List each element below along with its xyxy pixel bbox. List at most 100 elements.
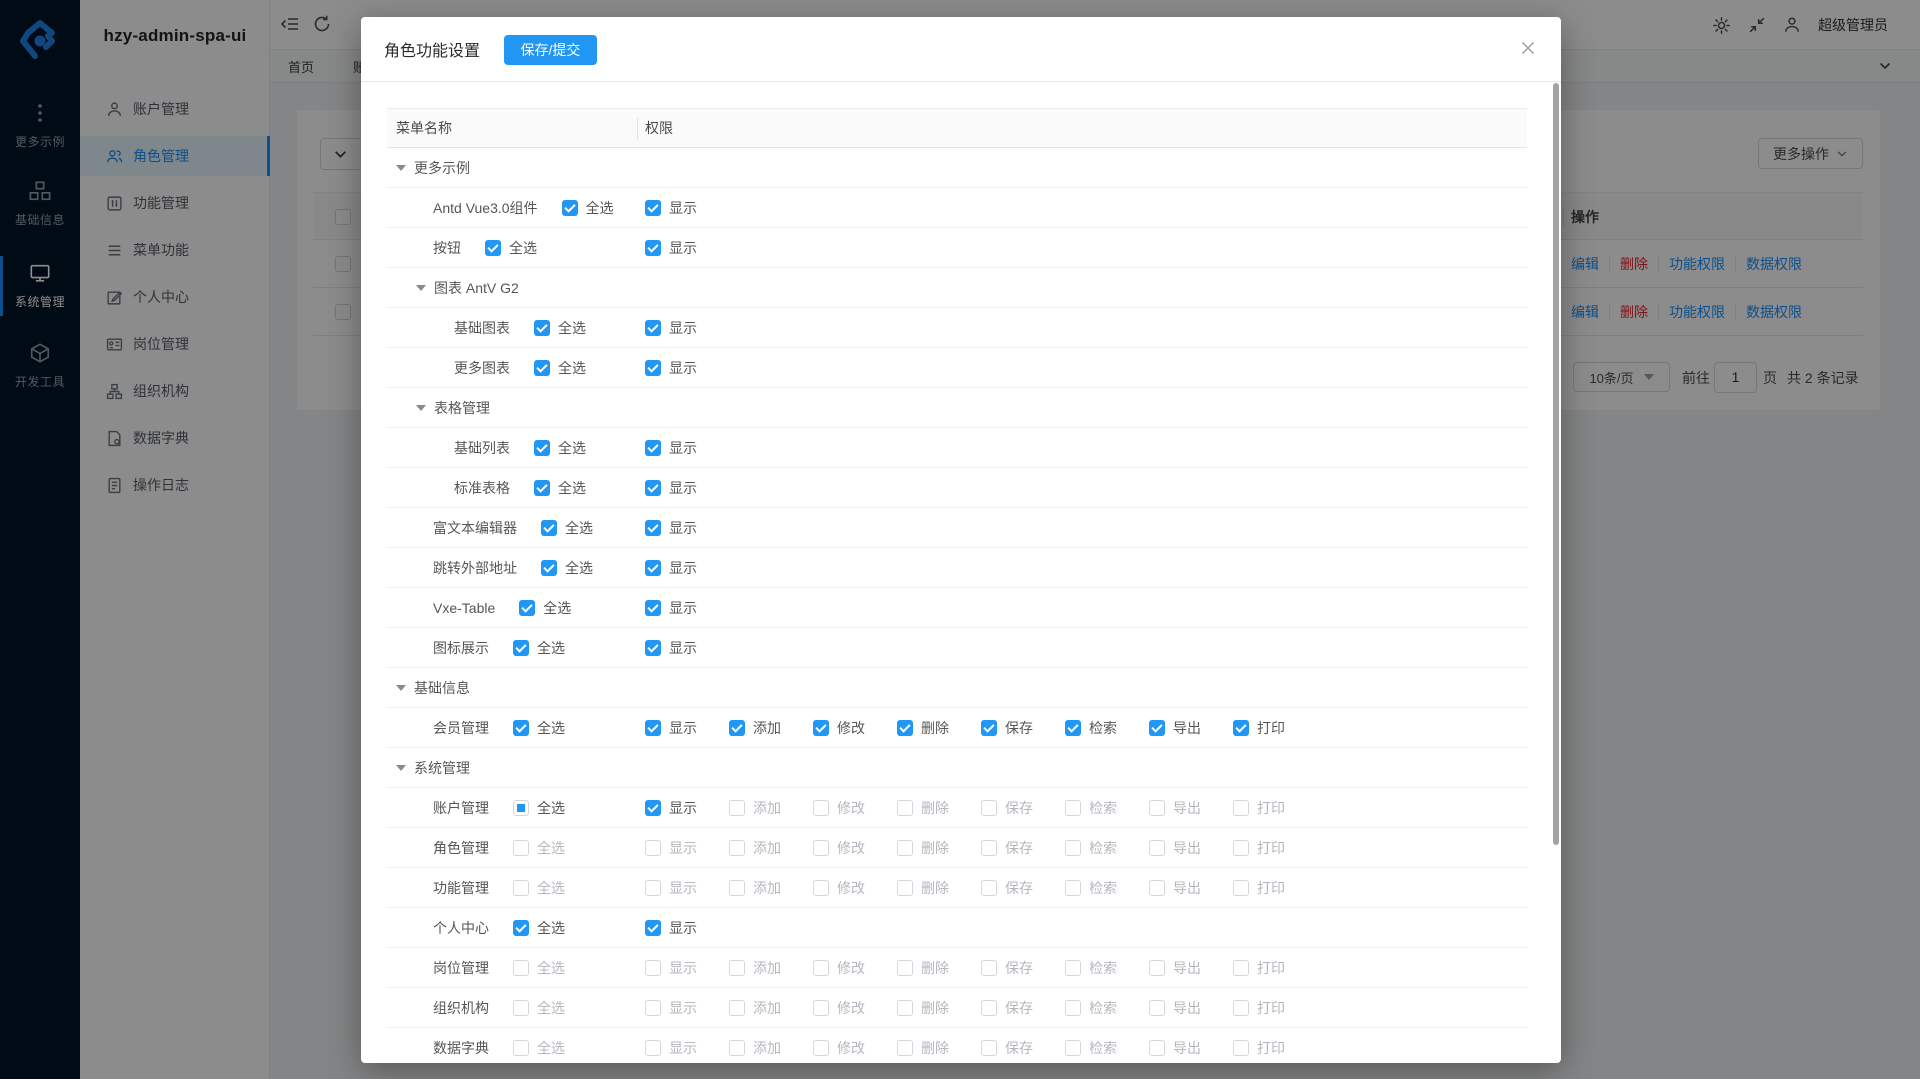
- permission-checkbox[interactable]: [645, 200, 661, 216]
- close-icon[interactable]: [1519, 39, 1539, 59]
- permission-checkbox[interactable]: [897, 960, 913, 976]
- permission-checkbox[interactable]: [1065, 1040, 1081, 1056]
- permission-checkbox[interactable]: [645, 880, 661, 896]
- permission-checkbox[interactable]: [1149, 840, 1165, 856]
- permission-checkbox[interactable]: [981, 1040, 997, 1056]
- permission-checkbox[interactable]: [1149, 960, 1165, 976]
- save-submit-button[interactable]: 保存/提交: [504, 35, 597, 65]
- permission-checkbox[interactable]: [813, 1040, 829, 1056]
- permission-checkbox[interactable]: [897, 840, 913, 856]
- permission-checkbox[interactable]: [729, 880, 745, 896]
- select-all-checkbox[interactable]: [513, 960, 529, 976]
- permission-checkbox[interactable]: [1149, 800, 1165, 816]
- permission-checkbox[interactable]: [645, 1040, 661, 1056]
- permission-checkbox[interactable]: [645, 600, 661, 616]
- select-all-checkbox[interactable]: [513, 800, 529, 816]
- tree-leaf-row: 会员管理全选显示添加修改删除保存检索导出打印: [387, 708, 1527, 748]
- select-all-checkbox[interactable]: [513, 1040, 529, 1056]
- select-all-checkbox[interactable]: [513, 840, 529, 856]
- select-all-checkbox[interactable]: [513, 640, 529, 656]
- expand-arrow-icon[interactable]: [416, 405, 426, 411]
- permission-checkbox[interactable]: [897, 880, 913, 896]
- permission-checkbox[interactable]: [645, 560, 661, 576]
- permission-group: 修改: [813, 958, 865, 978]
- expand-arrow-icon[interactable]: [396, 165, 406, 171]
- permission-checkbox[interactable]: [645, 1000, 661, 1016]
- permission-checkbox[interactable]: [981, 720, 997, 736]
- permission-checkbox[interactable]: [729, 840, 745, 856]
- permission-checkbox[interactable]: [1233, 960, 1249, 976]
- permission-checkbox[interactable]: [729, 1000, 745, 1016]
- permission-checkbox[interactable]: [645, 440, 661, 456]
- permission-checkbox[interactable]: [645, 720, 661, 736]
- permission-checkbox[interactable]: [645, 480, 661, 496]
- permission-checkbox[interactable]: [729, 720, 745, 736]
- permission-checkbox[interactable]: [1233, 800, 1249, 816]
- select-all-checkbox[interactable]: [485, 240, 501, 256]
- permission-checkbox[interactable]: [981, 1000, 997, 1016]
- select-all-checkbox[interactable]: [534, 480, 550, 496]
- permission-checkbox[interactable]: [813, 840, 829, 856]
- select-all-checkbox[interactable]: [534, 440, 550, 456]
- expand-arrow-icon[interactable]: [416, 285, 426, 291]
- permission-checkbox[interactable]: [729, 1040, 745, 1056]
- permission-checkbox[interactable]: [645, 960, 661, 976]
- permission-checkbox[interactable]: [897, 1000, 913, 1016]
- permission-checkbox[interactable]: [1149, 720, 1165, 736]
- tree-leaf-row: Vxe-Table全选显示: [387, 588, 1527, 628]
- select-all-checkbox[interactable]: [562, 200, 578, 216]
- permission-checkbox[interactable]: [1065, 960, 1081, 976]
- permission-checkbox[interactable]: [645, 360, 661, 376]
- permission-checkbox[interactable]: [1233, 880, 1249, 896]
- select-all-checkbox[interactable]: [513, 920, 529, 936]
- permission-checkbox[interactable]: [1233, 720, 1249, 736]
- select-all-checkbox[interactable]: [534, 360, 550, 376]
- permission-checkbox[interactable]: [981, 960, 997, 976]
- permission-checkbox[interactable]: [813, 880, 829, 896]
- permission-checkbox[interactable]: [897, 800, 913, 816]
- permission-checkbox[interactable]: [1065, 840, 1081, 856]
- permission-checkbox[interactable]: [645, 920, 661, 936]
- permission-checkbox[interactable]: [981, 880, 997, 896]
- permission-checkbox[interactable]: [813, 800, 829, 816]
- permission-checkbox[interactable]: [897, 720, 913, 736]
- permission-checkbox[interactable]: [1065, 800, 1081, 816]
- permission-checkbox[interactable]: [729, 960, 745, 976]
- select-all-label: 全选: [509, 238, 537, 258]
- permission-checkbox[interactable]: [645, 240, 661, 256]
- permission-checkbox[interactable]: [645, 800, 661, 816]
- expand-arrow-icon[interactable]: [396, 765, 406, 771]
- modal-scrollbar[interactable]: [1553, 83, 1559, 845]
- permission-checkbox[interactable]: [1065, 880, 1081, 896]
- expand-arrow-icon[interactable]: [396, 685, 406, 691]
- permission-checkbox[interactable]: [729, 800, 745, 816]
- select-all-checkbox[interactable]: [541, 520, 557, 536]
- permission-checkbox[interactable]: [897, 1040, 913, 1056]
- permission-checkbox[interactable]: [1065, 720, 1081, 736]
- permission-checkbox[interactable]: [645, 320, 661, 336]
- permission-label: 添加: [753, 878, 781, 898]
- select-all-checkbox[interactable]: [513, 880, 529, 896]
- select-all-checkbox[interactable]: [519, 600, 535, 616]
- permission-checkbox[interactable]: [981, 840, 997, 856]
- permission-checkbox[interactable]: [1233, 840, 1249, 856]
- permission-checkbox[interactable]: [981, 800, 997, 816]
- permission-checkbox[interactable]: [645, 840, 661, 856]
- permission-checkbox[interactable]: [813, 960, 829, 976]
- permission-checkbox[interactable]: [1149, 1000, 1165, 1016]
- select-all-checkbox[interactable]: [513, 1000, 529, 1016]
- permission-label: 显示: [669, 838, 697, 858]
- select-all-checkbox[interactable]: [513, 720, 529, 736]
- permission-checkbox[interactable]: [645, 520, 661, 536]
- select-all-checkbox[interactable]: [534, 320, 550, 336]
- permission-checkbox[interactable]: [1233, 1000, 1249, 1016]
- permission-checkbox[interactable]: [1149, 880, 1165, 896]
- permission-checkbox[interactable]: [645, 640, 661, 656]
- permission-checkbox[interactable]: [1233, 1040, 1249, 1056]
- select-all-checkbox[interactable]: [541, 560, 557, 576]
- tree-leaf-row: 数据字典全选显示添加修改删除保存检索导出打印: [387, 1028, 1527, 1063]
- permission-checkbox[interactable]: [813, 720, 829, 736]
- permission-checkbox[interactable]: [1065, 1000, 1081, 1016]
- permission-checkbox[interactable]: [1149, 1040, 1165, 1056]
- permission-checkbox[interactable]: [813, 1000, 829, 1016]
